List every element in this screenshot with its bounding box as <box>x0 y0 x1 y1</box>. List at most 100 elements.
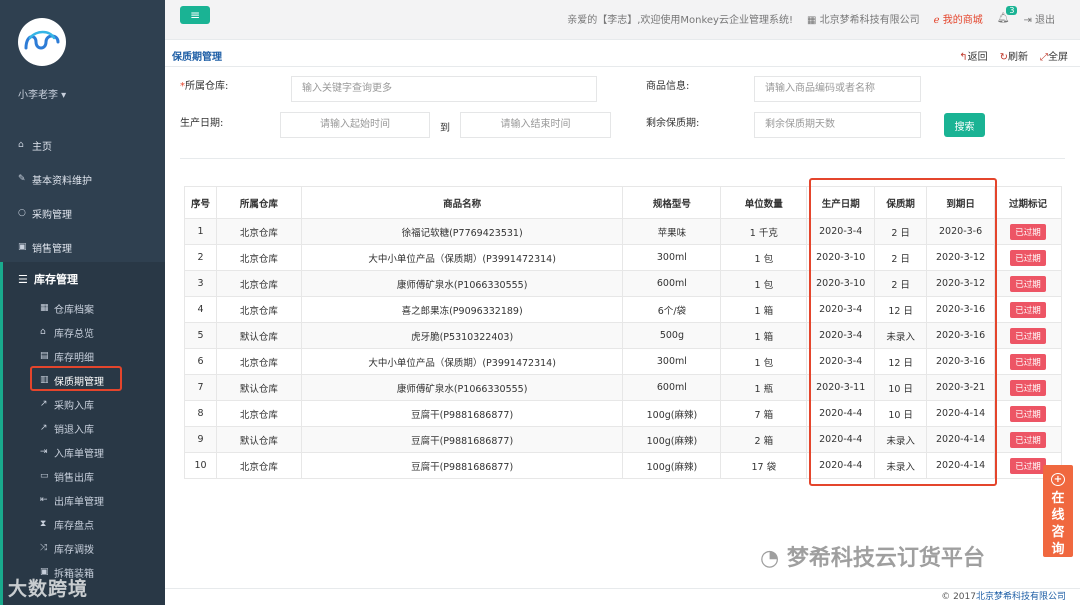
expired-badge: 已过期 <box>1010 249 1046 266</box>
production-date-label: 生产日期: <box>180 118 224 129</box>
online-consult-button[interactable]: + 在 线 咨 询 <box>1043 465 1073 557</box>
table-cell: 1 瓶 <box>720 374 808 401</box>
goods-label: 商品信息: <box>646 81 690 92</box>
end-date-input[interactable]: 请输入结束时间 <box>460 112 611 138</box>
col-header[interactable]: 规格型号 <box>622 186 722 219</box>
table-cell: 已过期 <box>994 348 1062 375</box>
warehouse-input[interactable]: 输入关键字查询更多 <box>291 76 597 102</box>
table-cell: 豆腐干(P9881686877) <box>300 452 624 479</box>
expand-icon: ⤢ <box>1040 52 1048 63</box>
table-cell: 北京仓库 <box>215 348 302 375</box>
footer: © 2017北京梦希科技有限公司 <box>165 588 1080 605</box>
sidebar-subitem-outbound-orders[interactable]: ⇤ 出库单管理 <box>3 488 165 512</box>
sidebar-item-home[interactable]: ⌂ 主页 <box>0 128 165 162</box>
sidebar-subitem-return-in[interactable]: ↗ 销退入库 <box>3 416 165 440</box>
sidebar-subitem-purchase-in[interactable]: ↗ 采购入库 <box>3 392 165 416</box>
table-cell: 6个/袋 <box>622 296 722 323</box>
sidebar-nav: ⌂ 主页 ✎ 基本资料维护 ○ 采购管理 ▣ 销售管理 <box>0 128 165 264</box>
table-cell: 豆腐干(P9881686877) <box>300 426 624 453</box>
watermark-text: 梦希科技云订货平台 <box>786 546 985 571</box>
sidebar-subitem-label: 销售出库 <box>54 472 94 484</box>
table-cell: 北京仓库 <box>215 218 302 245</box>
expired-badge: 已过期 <box>1010 301 1046 318</box>
table-cell: 6 <box>184 348 217 375</box>
col-header[interactable]: 序号 <box>184 186 217 219</box>
table-cell: 已过期 <box>994 322 1062 349</box>
expired-badge: 已过期 <box>1010 275 1046 292</box>
table-cell: 7 箱 <box>720 400 808 427</box>
table-cell: 600ml <box>622 270 722 297</box>
sidebar-subitem-stocktake[interactable]: ⧗ 库存盘点 <box>3 512 165 536</box>
table-cell: 已过期 <box>994 374 1062 401</box>
app-root: 小李老李 ▾ ⌂ 主页 ✎ 基本资料维护 ○ 采购管理 ▣ 销售管理 ☰ 库存管 <box>0 0 1080 605</box>
company-name: 北京梦希科技有限公司 <box>819 14 920 26</box>
sidebar-subitem-label: 销退入库 <box>54 424 94 436</box>
refresh-label: 刷新 <box>1008 52 1028 63</box>
to-label: 到 <box>440 123 450 134</box>
my-shop-link[interactable]: ℯ 我的商城 <box>934 11 983 26</box>
warehouse-label: *所属仓库: <box>180 77 228 92</box>
table-cell: 已过期 <box>994 296 1062 323</box>
company-logo[interactable] <box>18 18 66 66</box>
top-bar: ≡ 亲爱的【李志】,欢迎使用Monkey云企业管理系统! ▦ 北京梦希科技有限公… <box>165 0 1080 40</box>
sidebar-item-sales[interactable]: ▣ 销售管理 <box>0 230 165 264</box>
truck-icon: ▭ <box>40 471 49 481</box>
table-cell: 2 箱 <box>720 426 808 453</box>
table-cell: 大中小单位产品（保质期）(P3991472314) <box>300 244 624 271</box>
sidebar-subitem-warehouse-archive[interactable]: ▦ 仓库档案 <box>3 296 165 320</box>
sidebar-subitem-inventory-detail[interactable]: ▤ 库存明细 <box>3 344 165 368</box>
footer-company-link[interactable]: 北京梦希科技有限公司 <box>976 592 1066 602</box>
col-header[interactable]: 所属仓库 <box>215 186 302 219</box>
sidebar-subitem-label: 仓库档案 <box>54 304 94 316</box>
table-cell: 7 <box>184 374 217 401</box>
table-cell: 1 <box>184 218 217 245</box>
refresh-button[interactable]: ↻刷新 <box>1000 48 1028 63</box>
page-actions: ↰返回 ↻刷新 ⤢全屏 <box>959 48 1068 63</box>
sidebar-item-purchase[interactable]: ○ 采购管理 <box>0 196 165 230</box>
notification-button[interactable]: 🔔︎ 3 <box>997 5 1018 24</box>
table-cell: 100g(麻辣) <box>622 452 722 479</box>
highlight-box-date-columns <box>809 178 997 486</box>
expired-badge: 已过期 <box>1010 223 1046 240</box>
company-link[interactable]: ▦ 北京梦希科技有限公司 <box>807 11 920 26</box>
back-icon: ↰ <box>959 52 968 63</box>
consult-char: 询 <box>1051 542 1065 557</box>
back-button[interactable]: ↰返回 <box>959 48 987 63</box>
col-header[interactable]: 商品名称 <box>300 186 624 219</box>
menu-toggle-button[interactable]: ≡ <box>180 6 210 24</box>
warehouse-label-text: 所属仓库: <box>185 81 229 92</box>
consult-char: 咨 <box>1051 525 1065 540</box>
sidebar-item-basic-data[interactable]: ✎ 基本资料维护 <box>0 162 165 196</box>
col-header[interactable]: 过期标记 <box>994 186 1062 219</box>
table-cell: 苹果味 <box>622 218 722 245</box>
sidebar-subitem-inbound-orders[interactable]: ⇥ 入库单管理 <box>3 440 165 464</box>
page-tab-row: 保质期管理 ↰返回 ↻刷新 ⤢全屏 <box>165 40 1080 67</box>
expired-badge: 已过期 <box>1010 353 1046 370</box>
sidebar-group-header[interactable]: ☰ 库存管理 <box>3 262 165 296</box>
table-cell: 已过期 <box>994 218 1062 245</box>
share-icon: ↗ <box>40 423 48 433</box>
col-header[interactable]: 单位数量 <box>720 186 808 219</box>
sidebar-item-label: 销售管理 <box>32 243 72 255</box>
home-icon: ⌂ <box>18 140 24 150</box>
money-icon: ▣ <box>18 242 27 252</box>
sidebar-subitem-sales-out[interactable]: ▭ 销售出库 <box>3 464 165 488</box>
table-cell: 300ml <box>622 244 722 271</box>
fullscreen-button[interactable]: ⤢全屏 <box>1040 48 1068 63</box>
start-date-input[interactable]: 请输入起始时间 <box>280 112 430 138</box>
table-cell: 1 千克 <box>720 218 808 245</box>
table-cell: 喜之郎果冻(P9096332189) <box>300 296 624 323</box>
sidebar-subitem-inventory-overview[interactable]: ⌂ 库存总览 <box>3 320 165 344</box>
consult-char: 线 <box>1051 508 1065 523</box>
page-title: 保质期管理 <box>172 52 222 63</box>
table-cell: 8 <box>184 400 217 427</box>
table-cell: 虎牙脆(P5310322403) <box>300 322 624 349</box>
sidebar-subitem-transfer[interactable]: ⤨ 库存调拨 <box>3 536 165 560</box>
logout-link[interactable]: ⇥ 退出 <box>1023 11 1055 26</box>
goods-input[interactable]: 请输入商品编码或者名称 <box>754 76 921 102</box>
table-cell: 300ml <box>622 348 722 375</box>
remaining-days-input[interactable]: 剩余保质期天数 <box>754 112 921 138</box>
search-button[interactable]: 搜索 <box>944 113 985 137</box>
welcome-text: 亲爱的【李志】,欢迎使用Monkey云企业管理系统! <box>567 14 793 26</box>
user-name-dropdown[interactable]: 小李老李 ▾ <box>18 86 66 101</box>
